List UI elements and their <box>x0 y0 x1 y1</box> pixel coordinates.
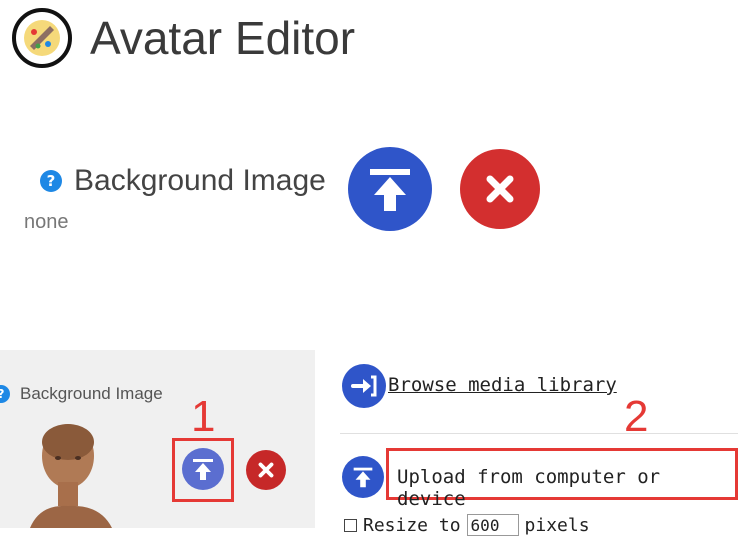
browse-media-button[interactable] <box>342 364 386 408</box>
panel-upload-button[interactable] <box>182 448 224 490</box>
resize-width-value: 600 <box>470 515 500 535</box>
step-2-annotation: 2 <box>624 392 649 441</box>
options-divider <box>340 433 738 434</box>
close-icon <box>486 175 514 203</box>
step-1-annotation: 1 <box>191 392 216 441</box>
page-title: Avatar Editor <box>90 12 356 64</box>
palette-icon <box>24 20 60 56</box>
resize-suffix: pixels <box>524 514 590 536</box>
help-icon[interactable]: ? <box>40 170 62 192</box>
resize-width-input[interactable]: 600 <box>466 514 519 536</box>
page-header: Avatar Editor <box>12 8 355 68</box>
upload-icon <box>370 169 410 211</box>
resize-prefix: Resize to <box>363 514 461 536</box>
avatar-preview-image <box>30 424 112 528</box>
avatar-editor-logo <box>12 8 72 68</box>
browse-media-link[interactable]: Browse media library <box>388 374 617 396</box>
upload-from-device-link[interactable]: Upload from computer or device <box>397 466 738 510</box>
upload-icon <box>193 459 213 480</box>
background-image-label: Background Image <box>74 164 326 197</box>
close-icon <box>258 462 274 478</box>
resize-checkbox[interactable] <box>344 518 357 532</box>
panel-remove-button[interactable] <box>246 450 286 490</box>
resize-row: Resize to 600 pixels <box>344 514 590 536</box>
upload-icon <box>353 467 373 488</box>
panel-background-image-label: Background Image <box>20 384 163 403</box>
browse-arrow-icon <box>351 375 377 397</box>
upload-device-icon-button[interactable] <box>342 456 384 498</box>
upload-button[interactable] <box>348 147 432 231</box>
remove-button[interactable] <box>460 149 540 229</box>
background-image-value: none <box>24 211 69 233</box>
